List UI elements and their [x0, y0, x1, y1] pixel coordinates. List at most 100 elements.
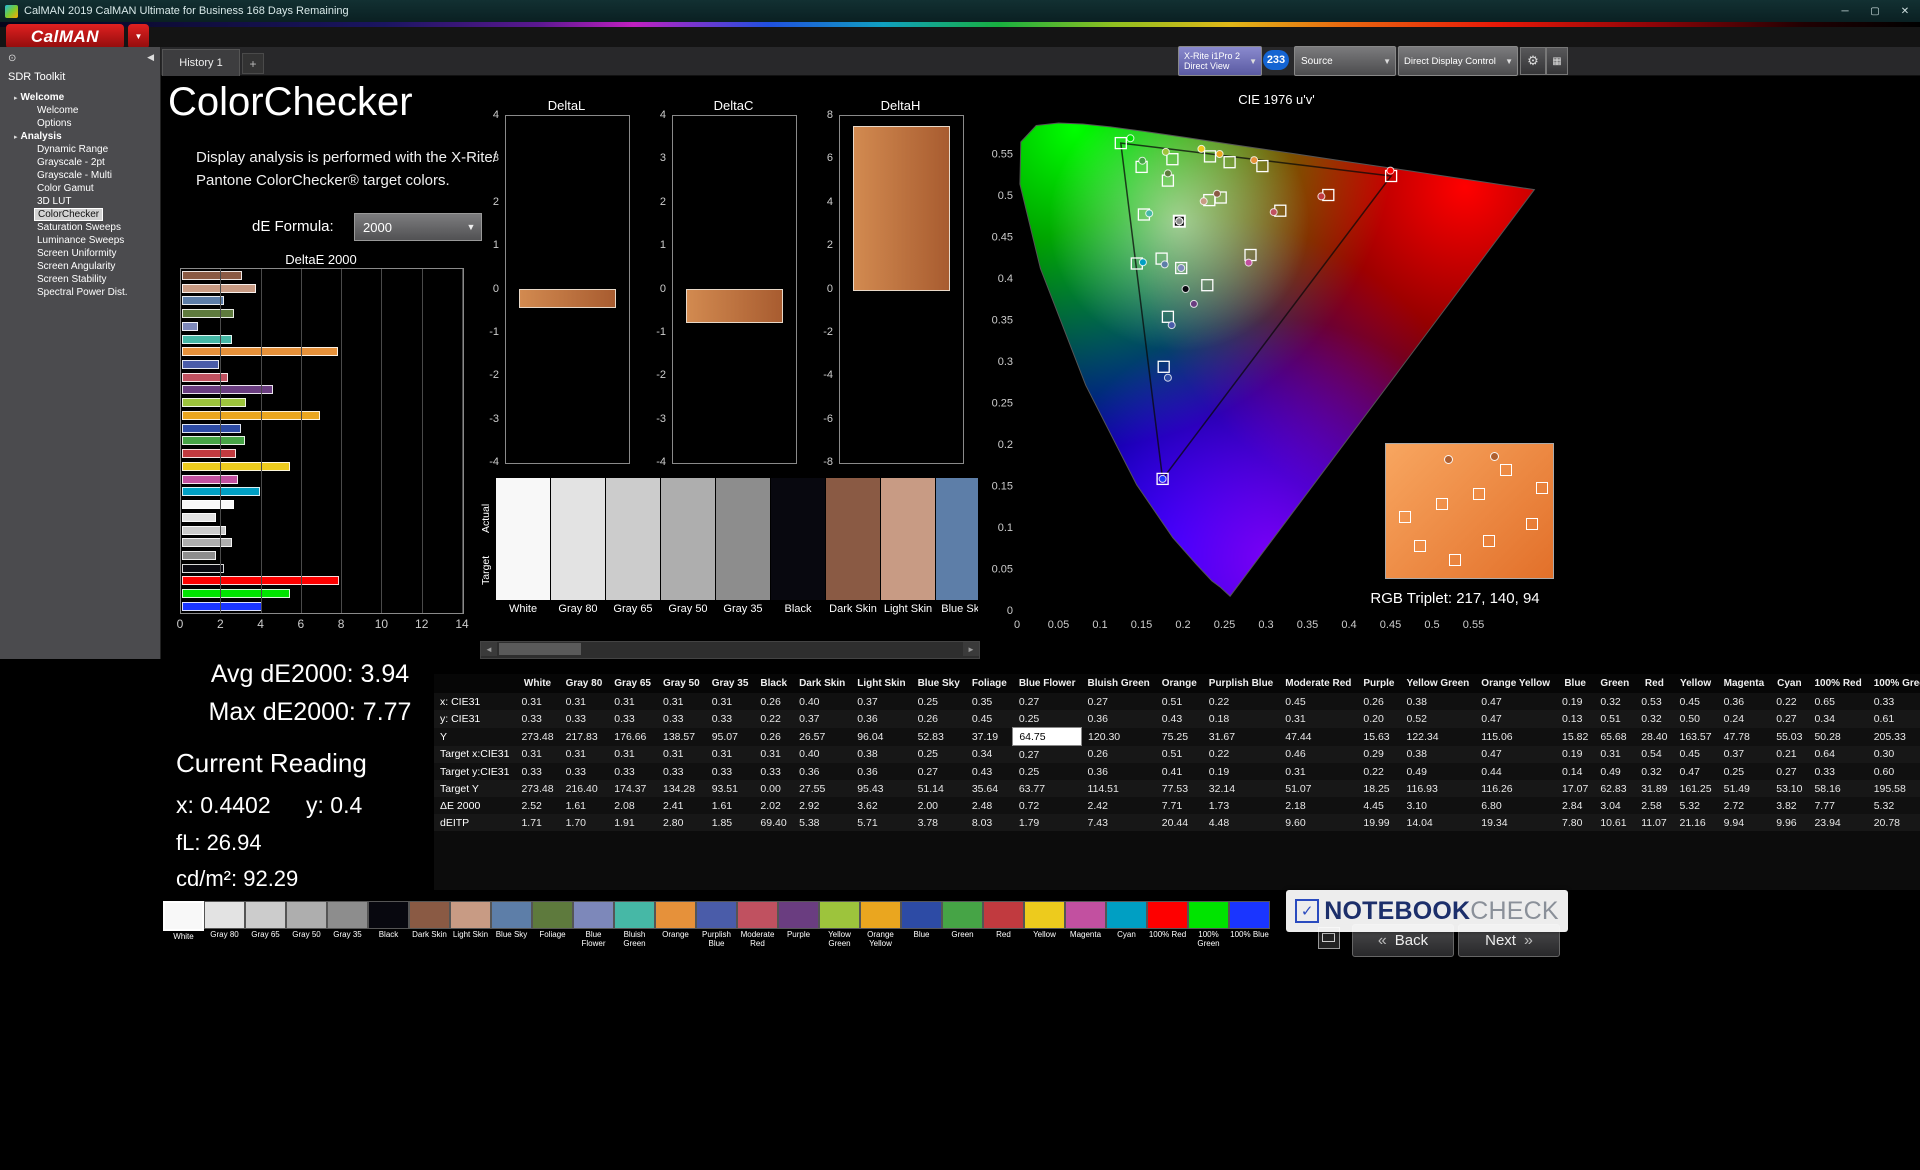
- gridline: [381, 269, 383, 613]
- patch-color: [936, 478, 978, 600]
- swatch-scrollbar[interactable]: ◄ ►: [480, 641, 980, 659]
- patch-button-purple[interactable]: Purple: [778, 901, 819, 949]
- calman-logo[interactable]: CalMAN: [6, 24, 124, 49]
- x-tick-label: 0: [176, 617, 184, 631]
- calman-menu-arrow-icon[interactable]: ▼: [128, 24, 149, 49]
- patch-button-moderate-red[interactable]: Moderate Red: [737, 901, 778, 949]
- layout-panel-icon[interactable]: ▦: [1546, 47, 1568, 75]
- patch-button-foliage[interactable]: Foliage: [532, 901, 573, 949]
- strip-patch-gray-80[interactable]: Gray 80: [551, 478, 605, 615]
- col-header: Green: [1594, 674, 1636, 693]
- patch-button-red[interactable]: Red: [983, 901, 1024, 949]
- cell: 50.28: [1808, 727, 1868, 746]
- sidebar-item-luminance-sweeps[interactable]: Luminance Sweeps: [0, 234, 160, 247]
- sidebar-item-screen-angularity[interactable]: Screen Angularity: [0, 260, 160, 273]
- sidebar-section[interactable]: ▸ Analysis: [0, 130, 160, 143]
- pin-icon[interactable]: ⊙: [8, 53, 16, 64]
- patch-button-100-blue[interactable]: 100% Blue: [1229, 901, 1270, 949]
- strip-patch-black[interactable]: Black: [771, 478, 825, 615]
- sidebar-item-options[interactable]: Options: [0, 117, 160, 130]
- patch-button-bluish-green[interactable]: Bluish Green: [614, 901, 655, 949]
- measurement-count-badge[interactable]: 233: [1263, 50, 1289, 70]
- strip-patch-gray-65[interactable]: Gray 65: [606, 478, 660, 615]
- cell: 0.27: [911, 763, 966, 780]
- patch-button-black[interactable]: Black: [368, 901, 409, 949]
- sidebar-item-screen-stability[interactable]: Screen Stability: [0, 273, 160, 286]
- patch-button-gray-65[interactable]: Gray 65: [245, 901, 286, 949]
- gridline: [421, 269, 423, 613]
- sidebar-item-grayscale-multi[interactable]: Grayscale - Multi: [0, 169, 160, 182]
- tab-history-1[interactable]: History 1: [162, 49, 240, 76]
- cell[interactable]: 64.75: [1012, 727, 1083, 746]
- collapse-sidebar-icon[interactable]: ◀: [147, 52, 154, 63]
- strip-patch-gray-35[interactable]: Gray 35: [716, 478, 770, 615]
- add-tab-button[interactable]: +: [242, 53, 264, 74]
- patch-button-gray-50[interactable]: Gray 50: [286, 901, 327, 949]
- actual-label: Actual: [480, 503, 492, 533]
- sidebar-item-welcome[interactable]: Welcome: [0, 104, 160, 117]
- patch-button-magenta[interactable]: Magenta: [1065, 901, 1106, 949]
- cell: 0.47: [1475, 693, 1557, 710]
- cell: 0.47: [1475, 745, 1557, 763]
- col-header: Gray 80: [559, 674, 609, 693]
- col-header: Light Skin: [851, 674, 912, 693]
- patch-button-white[interactable]: White: [163, 901, 204, 949]
- sidebar-item-spectral-power-dist-[interactable]: Spectral Power Dist.: [0, 286, 160, 299]
- sidebar-item-color-gamut[interactable]: Color Gamut: [0, 182, 160, 195]
- patch-button-gray-80[interactable]: Gray 80: [204, 901, 245, 949]
- scrollbar-thumb[interactable]: [499, 643, 581, 655]
- sidebar-item-dynamic-range[interactable]: Dynamic Range: [0, 143, 160, 156]
- patch-button-green[interactable]: Green: [942, 901, 983, 949]
- table-row: Y 273.48 217.83 176.66 138.57 95.07 0.26 26.57 9…: [434, 727, 1920, 746]
- sidebar-item-colorchecker[interactable]: ColorChecker: [0, 208, 160, 221]
- sidebar-item-3d-lut[interactable]: 3D LUT: [0, 195, 160, 208]
- close-icon[interactable]: ✕: [1890, 1, 1920, 21]
- patch-button-orange-yellow[interactable]: Orange Yellow: [860, 901, 901, 949]
- strip-patch-light-skin[interactable]: Light Skin: [881, 478, 935, 615]
- maximize-icon[interactable]: ▢: [1860, 1, 1890, 21]
- cell: 10.61: [1594, 814, 1636, 831]
- patch-button-light-skin[interactable]: Light Skin: [450, 901, 491, 949]
- deltae-bar-100-green: [182, 589, 291, 599]
- patch-button-orange[interactable]: Orange: [655, 901, 696, 949]
- table-row: Target Y 273.48 216.40 174.37 134.28 93.51 0.0…: [434, 780, 1920, 797]
- patch-button-dark-skin[interactable]: Dark Skin: [409, 901, 450, 949]
- sidebar-item-saturation-sweeps[interactable]: Saturation Sweeps: [0, 221, 160, 234]
- scroll-left-icon[interactable]: ◄: [481, 642, 497, 656]
- patch-button-blue-sky[interactable]: Blue Sky: [491, 901, 532, 949]
- zoom-target-square: [1482, 535, 1495, 548]
- strip-patch-white[interactable]: White: [496, 478, 550, 615]
- patch-button-yellow[interactable]: Yellow: [1024, 901, 1065, 949]
- patch-button-100-red[interactable]: 100% Red: [1147, 901, 1188, 949]
- patch-button-cyan[interactable]: Cyan: [1106, 901, 1147, 949]
- deltae-bar-white: [182, 500, 235, 510]
- patch-button-gray-35[interactable]: Gray 35: [327, 901, 368, 949]
- sidebar-section[interactable]: ▸ Welcome: [0, 91, 160, 104]
- meter-dropdown[interactable]: X-Rite i1Pro 2 Direct View ▼: [1178, 46, 1262, 76]
- cell: 0.40: [793, 745, 852, 763]
- patch-button-yellow-green[interactable]: Yellow Green: [819, 901, 860, 949]
- cell: 120.30: [1081, 727, 1156, 746]
- source-dropdown[interactable]: Source ▼: [1294, 46, 1396, 76]
- minimize-icon[interactable]: ─: [1830, 1, 1860, 21]
- display-control-dropdown[interactable]: Direct Display Control ▼: [1398, 46, 1518, 76]
- strip-patch-gray-50[interactable]: Gray 50: [661, 478, 715, 615]
- table-row: ΔE 2000 2.52 1.61 2.08 2.41 1.61 2.02 2.92 3.62 2…: [434, 797, 1920, 814]
- de-formula-dropdown[interactable]: 2000 ▼: [354, 213, 482, 241]
- patch-button-blue[interactable]: Blue: [901, 901, 942, 949]
- gear-icon[interactable]: ⚙: [1520, 47, 1546, 75]
- axis-tick-label: 0.35: [1297, 619, 1318, 631]
- cell: 96.04: [851, 727, 912, 746]
- patch-button-100-green[interactable]: 100% Green: [1188, 901, 1229, 949]
- cell: 75.25: [1155, 727, 1203, 746]
- patch-label: Dark Skin: [829, 603, 877, 615]
- strip-patch-blue-sky[interactable]: Blue Sky: [936, 478, 978, 615]
- patch-button-purplish-blue[interactable]: Purplish Blue: [696, 901, 737, 949]
- strip-patch-dark-skin[interactable]: Dark Skin: [826, 478, 880, 615]
- scroll-right-icon[interactable]: ►: [963, 642, 979, 656]
- cell: 55.03: [1770, 727, 1809, 746]
- patch-button-blue-flower[interactable]: Blue Flower: [573, 901, 614, 949]
- cell: 0.36: [1717, 693, 1771, 710]
- sidebar-item-grayscale-2pt[interactable]: Grayscale - 2pt: [0, 156, 160, 169]
- sidebar-item-screen-uniformity[interactable]: Screen Uniformity: [0, 247, 160, 260]
